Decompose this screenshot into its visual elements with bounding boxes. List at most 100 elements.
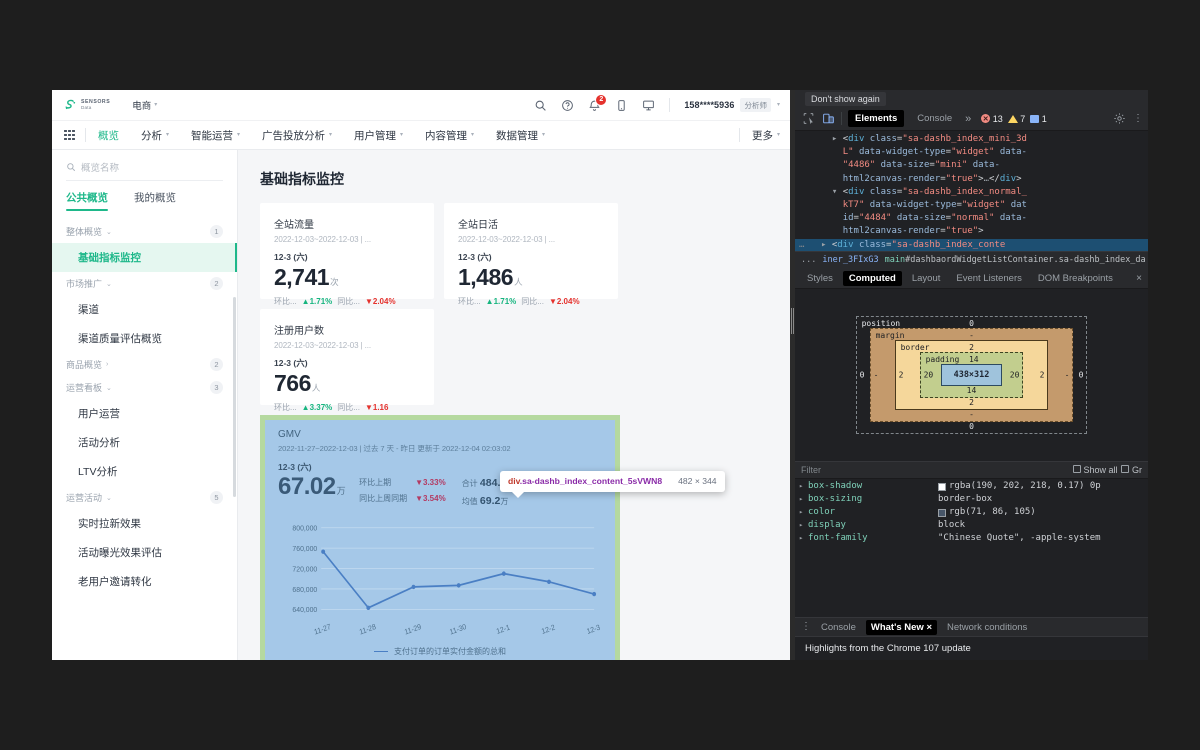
drawer-tab-console[interactable]: Console [816,620,861,635]
metric-card-site-dau[interactable]: 全站日活 2022-12-03~2022-12-03 | ... 12-3 (六… [444,203,618,306]
sidebar-item-exposure-eval[interactable]: 活动曝光效果评估 [52,538,237,567]
sidebar-item-realtime-acquisition[interactable]: 实时拉新效果 [52,509,237,538]
sidebar-group-products[interactable]: 商品概览 › 2 [52,353,237,376]
desktop-icon[interactable] [642,99,655,112]
more-vertical-icon[interactable]: ⋮ [801,622,811,632]
group-checkbox[interactable]: Gr [1121,465,1142,475]
metric-card-site-traffic[interactable]: 全站流量 2022-12-03~2022-12-03 | ... 12-3 (六… [260,203,434,306]
gear-icon[interactable] [1112,112,1126,126]
bell-icon[interactable]: 2 [588,93,608,112]
padding-left[interactable]: 20 [924,371,934,380]
box-model-content[interactable]: 438×312 [940,364,1003,386]
sidebar-item-campaign-analysis[interactable]: 活动分析 [52,428,237,457]
devtools-tab-console[interactable]: Console [910,110,959,127]
computed-prop-row[interactable]: ▸ display block [795,519,1148,532]
position-top[interactable]: 0 [969,319,974,328]
margin-top[interactable]: - [969,331,974,340]
mobile-icon[interactable] [615,99,628,112]
box-model-padding[interactable]: padding 14 14 20 20 438×312 [919,352,1024,398]
sidebar-item-channel[interactable]: 渠道 [52,295,237,324]
sidebar-tab-mine[interactable]: 我的概览 [134,190,176,211]
close-icon[interactable]: × [1136,273,1142,284]
sidebar-search[interactable]: 概览名称 [66,160,223,181]
sensors-data-logo[interactable]: SENSORS Data [64,99,110,112]
breadcrumb-ellipsis[interactable]: ... [801,255,816,265]
device-toolbar-icon[interactable] [821,112,835,126]
computed-prop-row[interactable]: ▸ font-family "Chinese Quote", -apple-sy… [795,532,1148,545]
border-right[interactable]: 2 [1040,371,1045,380]
box-model-position[interactable]: position 0 0 0 0 margin - - - - border 2… [855,316,1088,434]
tree-line-selected[interactable]: … ▸ <div class="sa-dashb_index_conte [795,238,1148,251]
more-vertical-icon[interactable]: ⋮ [1133,113,1143,124]
breadcrumb-group[interactable]: main#dashbaordWidgetListContainer.sa-das… [885,255,1146,265]
sidebar-scrollbar[interactable] [233,297,236,497]
drawer-tab-network-conditions[interactable]: Network conditions [942,620,1032,635]
sidebar-item-ltv-analysis[interactable]: LTV分析 [52,457,237,486]
sidebar-tab-public[interactable]: 公共概览 [66,190,108,211]
sidebar-group-ops-activity[interactable]: 运营活动 ⌄ 5 [52,486,237,509]
padding-top[interactable]: 14 [969,355,979,364]
nav-item-content-mgmt[interactable]: 内容管理 ▾ [425,128,474,143]
box-model-border[interactable]: border 2 2 2 2 padding 14 14 20 20 438×3… [894,340,1049,410]
border-left[interactable]: 2 [899,371,904,380]
expand-icon[interactable]: ▸ [799,532,808,545]
help-icon[interactable] [561,99,574,112]
nav-item-user-mgmt[interactable]: 用户管理 ▾ [354,128,403,143]
tree-line[interactable]: html2canvas-render="true"> [795,225,1148,238]
expand-icon[interactable]: ▸ [799,519,808,532]
metric-card-gmv[interactable]: GMV 2022-11-27~2022-12-03 | 过去 7 天 - 昨日 … [260,415,620,660]
expand-icon[interactable]: ▸ [799,480,808,493]
search-icon[interactable] [534,99,547,112]
position-right[interactable]: 0 [1079,371,1084,380]
computed-prop-row[interactable]: ▸ box-shadow rgba(190, 202, 218, 0.17) 0… [795,480,1148,493]
filter-input[interactable]: Filter [801,465,821,475]
app-grid-icon[interactable] [64,129,75,141]
nav-item-ad-analysis[interactable]: 广告投放分析 ▾ [262,128,332,143]
margin-right[interactable]: - [1065,371,1070,380]
tree-line[interactable]: L" data-widget-type="widget" data- [795,146,1148,159]
tree-line[interactable]: html2canvas-render="true">…</div> [795,173,1148,186]
sidebar-group-ops-board[interactable]: 运营看板 ⌄ 3 [52,376,237,399]
box-model-margin[interactable]: margin - - - - border 2 2 2 2 padding 14… [869,328,1074,422]
devtools-breadcrumb[interactable]: ... iner_3FIxG3 main#dashbaordWidgetList… [795,251,1148,268]
padding-right[interactable]: 20 [1010,371,1020,380]
error-count[interactable]: ✕ 13 [981,114,1003,124]
nav-item-more[interactable]: 更多 ▾ [752,128,780,143]
computed-properties-list[interactable]: ▸ box-shadow rgba(190, 202, 218, 0.17) 0… [795,479,1148,617]
breadcrumb-item-1[interactable]: iner_3FIxG3 [822,255,878,265]
nav-item-overview[interactable]: 概览 [98,128,119,143]
devtools-tab-elements[interactable]: Elements [848,110,905,127]
tree-line[interactable]: id="4484" data-size="normal" data- [795,212,1148,225]
devtools-issue-counts[interactable]: ✕ 13 7 1 [981,114,1047,124]
sidebar-tab-computed[interactable]: Computed [842,270,902,286]
border-top[interactable]: 2 [969,343,974,352]
devtools-elements-tree[interactable]: ▸ <div class="sa-dashb_index_mini_3d L" … [795,131,1148,251]
tree-line[interactable]: "4486" data-size="mini" data- [795,159,1148,172]
computed-prop-row[interactable]: ▸ color rgb(71, 86, 105) [795,506,1148,519]
message-count[interactable]: 1 [1030,114,1047,124]
sidebar-item-invite-conversion[interactable]: 老用户邀请转化 [52,567,237,596]
computed-prop-row[interactable]: ▸ box-sizing border-box [795,493,1148,506]
margin-left[interactable]: - [874,371,879,380]
chart-legend[interactable]: 支付订单的订单实付金额的总和 [278,646,602,659]
tree-line[interactable]: ▸ <div class="sa-dashb_index_mini_3d [795,133,1148,146]
drawer-tab-whats-new[interactable]: What's New × [865,619,937,635]
nav-item-smart-ops[interactable]: 智能运营 ▾ [191,128,240,143]
devtools-overflow-icon[interactable]: » [965,113,971,125]
sidebar-tab-layout[interactable]: Layout [906,271,947,286]
nav-item-data-mgmt[interactable]: 数据管理 ▾ [496,128,545,143]
warning-count[interactable]: 7 [1007,114,1025,124]
dont-show-again-button[interactable]: Don't show again [805,91,886,106]
user-menu[interactable]: 158****5936 分析师 ▾ [684,98,780,112]
sidebar-group-overall[interactable]: 整体概览 ⌄ 1 [52,220,237,243]
show-all-checkbox[interactable]: Show all [1072,465,1117,475]
tree-line[interactable]: kT7" data-widget-type="widget" dat [795,199,1148,212]
expand-icon[interactable]: ▸ [799,506,808,519]
sidebar-item-user-ops[interactable]: 用户运营 [52,399,237,428]
padding-bottom[interactable]: 14 [967,386,977,395]
sidebar-tab-event-listeners[interactable]: Event Listeners [950,271,1027,286]
metric-card-registered-users[interactable]: 注册用户数 2022-12-03~2022-12-03 | ... 12-3 (… [260,309,434,412]
sidebar-tab-styles[interactable]: Styles [801,271,839,286]
expand-icon[interactable]: ▸ [799,493,808,506]
nav-item-analysis[interactable]: 分析 ▾ [141,128,169,143]
